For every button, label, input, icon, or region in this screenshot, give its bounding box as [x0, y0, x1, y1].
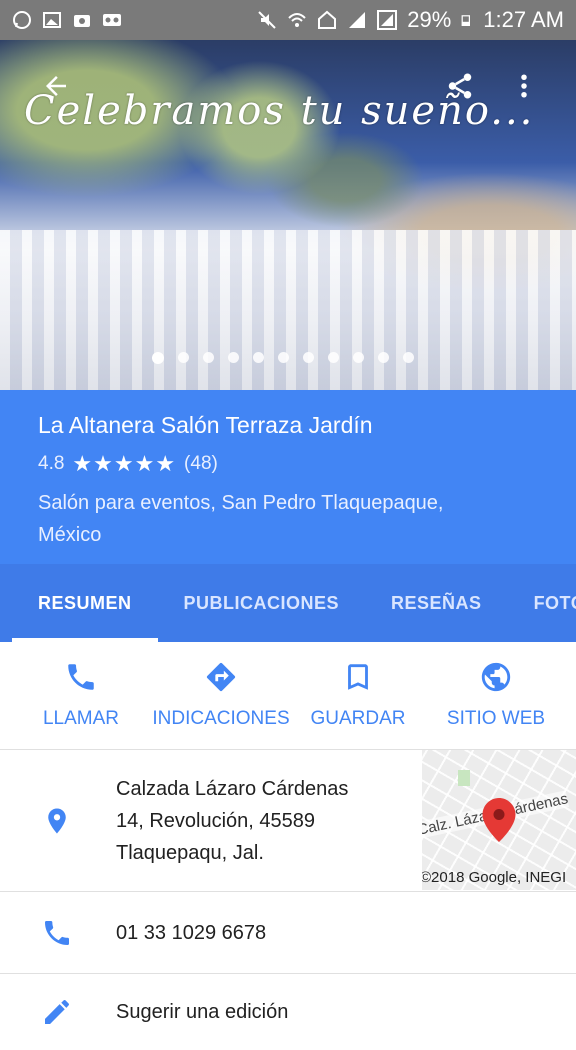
signal-icon: [377, 10, 398, 30]
hero-photo-tables: [0, 230, 576, 390]
phone-row[interactable]: 01 33 1029 6678: [0, 892, 576, 974]
pager-dot[interactable]: [278, 352, 289, 363]
photo-pager[interactable]: [152, 352, 414, 364]
directions-label: INDICACIONES: [152, 708, 290, 729]
suggest-edit-row[interactable]: Sugerir una edición: [0, 974, 576, 1050]
address-line-1: Calzada Lázaro Cárdenas: [116, 777, 349, 800]
pager-dot[interactable]: [403, 352, 414, 363]
directions-button[interactable]: INDICACIONES: [152, 642, 290, 749]
address-line-3: Tlaquepaqu, Jal.: [116, 841, 264, 864]
rating-value: 4.8: [38, 453, 65, 474]
pager-dot[interactable]: [178, 352, 189, 363]
edit-icon-cell: [0, 996, 116, 1028]
image-icon: [43, 12, 61, 28]
tab-bar: RESUMEN PUBLICACIONES RESEÑAS FOTOS: [0, 564, 576, 642]
map-thumbnail[interactable]: Calz. Lázaro Cárdenas ©2018 Google, INEG…: [422, 750, 576, 890]
map-pin-icon: [482, 798, 516, 842]
nfc-icon: [318, 10, 337, 29]
directions-icon: [206, 662, 236, 692]
address-line-2: 14, Revolución, 45589: [116, 809, 316, 832]
voicemail-icon: [103, 14, 121, 26]
bookmark-icon: [348, 664, 368, 690]
rating-row[interactable]: 4.8 ★★★★★ (48): [38, 451, 538, 477]
pager-dot[interactable]: [353, 352, 364, 363]
address-icon-cell: [0, 804, 116, 838]
phone-icon: [45, 920, 69, 945]
website-button[interactable]: SITIO WEB: [436, 642, 556, 749]
system-indicators: 29% 1:27 AM: [257, 7, 564, 33]
call-label: LLAMAR: [42, 708, 120, 729]
whatsapp-icon: [13, 11, 31, 29]
place-name: La Altanera Salón Terraza Jardín: [38, 412, 373, 438]
phone-icon: [68, 664, 94, 690]
status-bar: 29% 1:27 AM: [0, 0, 576, 40]
save-button[interactable]: GUARDAR: [280, 642, 436, 749]
battery-icon: [461, 15, 471, 26]
hero-photo[interactable]: Celebramos tu sueño...: [0, 40, 576, 390]
wifi-icon: [288, 13, 306, 27]
more-vert-icon: [521, 74, 527, 98]
action-bar: LLAMAR INDICACIONES GUARDAR SITIO WEB: [0, 642, 576, 750]
globe-icon: [481, 662, 511, 692]
arrow-back-icon: [46, 76, 66, 96]
tab-fotos[interactable]: FOTOS: [508, 564, 576, 642]
clock: 1:27 AM: [483, 7, 564, 32]
notification-icons: [12, 10, 122, 30]
phone-number: 01 33 1029 6678: [116, 921, 267, 944]
review-count: (48): [184, 453, 218, 474]
battery-percent: 29%: [407, 7, 452, 32]
tab-resumen[interactable]: RESUMEN: [12, 564, 158, 642]
address-row[interactable]: Calzada Lázaro Cárdenas 14, Revolución, …: [0, 750, 576, 892]
mute-icon: [258, 11, 276, 29]
suggest-edit-label: Sugerir una edición: [116, 1001, 289, 1023]
location-pin-icon: [48, 808, 66, 833]
tab-resenas[interactable]: RESEÑAS: [365, 564, 508, 642]
camera-icon: [74, 15, 90, 27]
signal-icon: [349, 12, 366, 28]
back-button[interactable]: [36, 66, 76, 106]
place-category: Salón para eventos, San Pedro Tlaquepaqu…: [38, 492, 444, 546]
pencil-icon: [45, 1000, 69, 1024]
phone-icon-cell: [0, 917, 116, 949]
pager-dot[interactable]: [253, 352, 264, 363]
more-options-button[interactable]: [504, 66, 544, 106]
call-button[interactable]: LLAMAR: [0, 642, 162, 749]
save-label: GUARDAR: [310, 708, 406, 729]
share-button[interactable]: [440, 66, 480, 106]
star-rating-icon: ★★★★★: [72, 451, 177, 476]
address-text: Calzada Lázaro Cárdenas 14, Revolución, …: [116, 773, 348, 869]
tab-publicaciones[interactable]: PUBLICACIONES: [158, 564, 366, 642]
pager-dot[interactable]: [203, 352, 214, 363]
pager-dot[interactable]: [303, 352, 314, 363]
pager-dot[interactable]: [228, 352, 239, 363]
map-park: [458, 770, 470, 786]
website-label: SITIO WEB: [446, 708, 546, 729]
place-header: La Altanera Salón Terraza Jardín 4.8 ★★★…: [0, 390, 576, 564]
pager-dot[interactable]: [328, 352, 339, 363]
map-credit: ©2018 Google, INEGI: [422, 869, 567, 886]
pager-dot[interactable]: [152, 352, 164, 364]
share-icon: [448, 73, 472, 99]
pager-dot[interactable]: [378, 352, 389, 363]
